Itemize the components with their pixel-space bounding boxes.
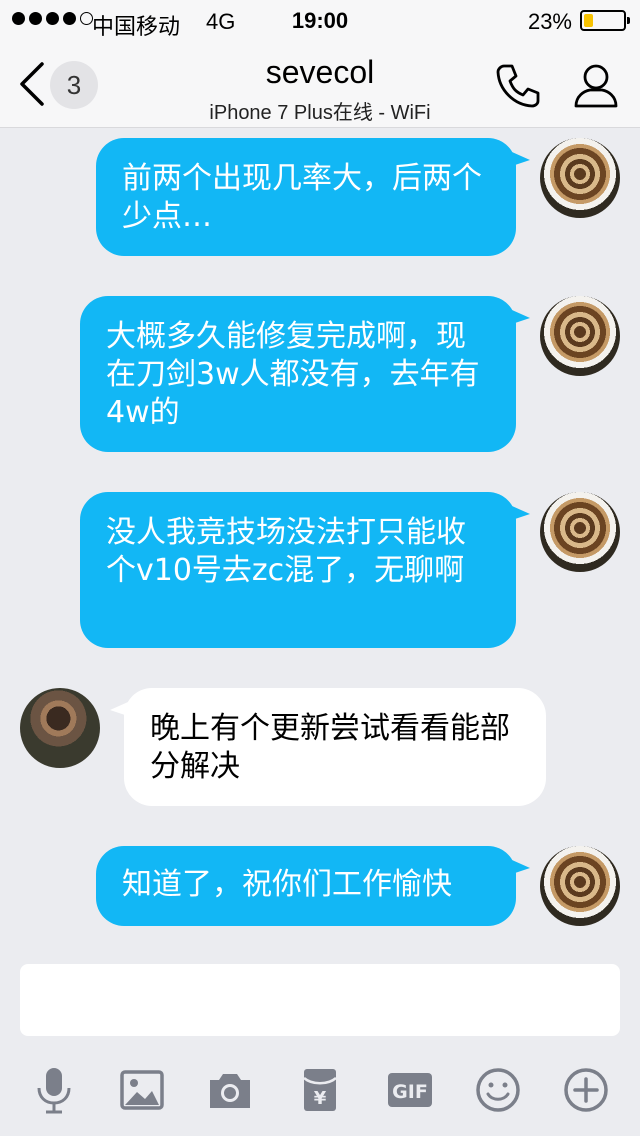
bubble-tail <box>512 152 530 166</box>
message-text: 没人我竞技场没法打只能收个v10号去zc混了，无聊啊 <box>106 515 466 588</box>
message-bubble[interactable]: 没人我竞技场没法打只能收个v10号去zc混了，无聊啊 <box>80 492 516 648</box>
red-packet-symbol: ¥ <box>314 1088 327 1109</box>
my-avatar[interactable] <box>540 492 620 572</box>
status-bar: 中国移动 4G 19:00 23% <box>0 0 640 40</box>
emoji-button[interactable] <box>472 1064 524 1116</box>
my-avatar[interactable] <box>540 846 620 926</box>
my-avatar[interactable] <box>540 296 620 376</box>
person-icon <box>574 64 618 108</box>
chat-header: 3 sevecol iPhone 7 Plus在线 - WiFi <box>0 40 640 128</box>
contact-status: iPhone 7 Plus在线 - WiFi <box>209 102 431 124</box>
input-toolbar: ¥ GIF <box>0 1050 640 1136</box>
contact-avatar[interactable] <box>20 688 100 768</box>
message-text: 前两个出现几率大，后两个少点… <box>122 161 482 234</box>
message-input[interactable] <box>20 964 620 1036</box>
message-text: 知道了，祝你们工作愉快 <box>122 867 452 902</box>
message-bubble[interactable]: 知道了，祝你们工作愉快 <box>96 846 516 926</box>
image-icon <box>120 1070 164 1110</box>
red-packet-button[interactable]: ¥ <box>294 1064 346 1116</box>
bubble-tail <box>512 310 530 324</box>
message-text: 大概多久能修复完成啊，现在刀剑3w人都没有，去年有4w的 <box>106 319 480 430</box>
profile-button[interactable] <box>570 60 622 112</box>
camera-icon <box>210 1074 250 1108</box>
plus-icon <box>564 1068 608 1112</box>
battery-percent: 23% <box>527 9 572 34</box>
my-avatar[interactable] <box>540 138 620 218</box>
microphone-icon <box>37 1068 71 1114</box>
bubble-tail <box>512 506 530 520</box>
photo-button[interactable] <box>116 1064 168 1116</box>
battery-icon <box>580 10 630 31</box>
emoji-icon <box>476 1068 520 1112</box>
gif-icon: GIF <box>388 1073 432 1107</box>
message-bubble[interactable]: 晚上有个更新尝试看看能部分解决 <box>124 688 546 806</box>
more-button[interactable] <box>560 1064 612 1116</box>
voice-button[interactable] <box>28 1064 80 1116</box>
gif-label: GIF <box>392 1081 428 1103</box>
red-packet-icon: ¥ <box>303 1069 337 1111</box>
message-text: 晚上有个更新尝试看看能部分解决 <box>150 711 510 784</box>
bubble-tail <box>512 860 530 874</box>
message-bubble[interactable]: 大概多久能修复完成啊，现在刀剑3w人都没有，去年有4w的 <box>80 296 516 452</box>
phone-icon <box>496 64 540 108</box>
camera-button[interactable] <box>204 1064 256 1116</box>
call-button[interactable] <box>492 60 544 112</box>
contact-name: sevecol <box>265 54 375 90</box>
gif-button[interactable]: GIF <box>384 1064 436 1116</box>
message-bubble[interactable]: 前两个出现几率大，后两个少点… <box>96 138 516 256</box>
